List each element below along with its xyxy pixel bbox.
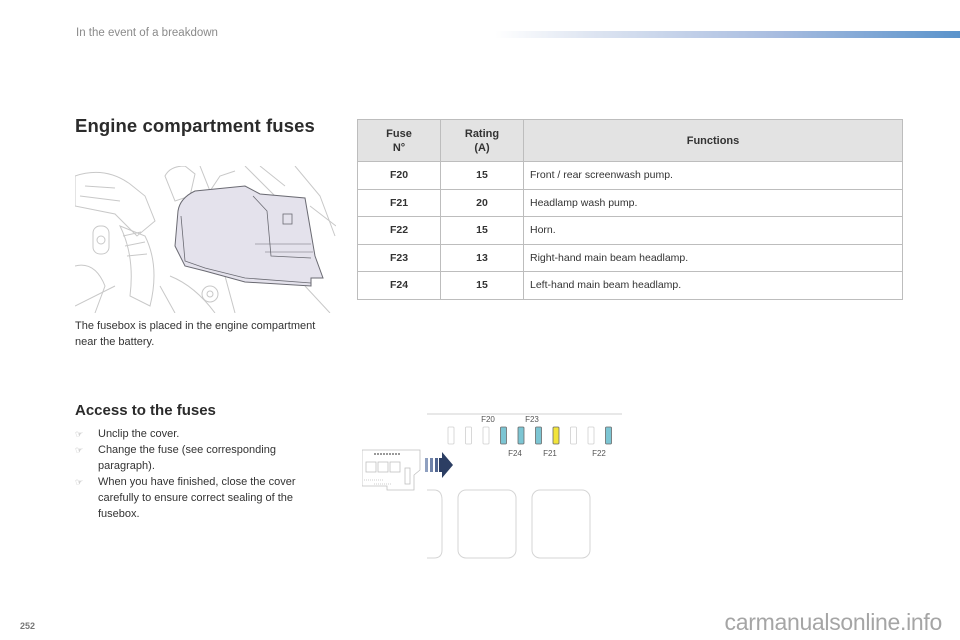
- fuse-number-cell: F22: [357, 216, 441, 245]
- header-gradient-bar: [495, 31, 960, 38]
- step-item: ☞ Change the fuse (see corresponding par…: [75, 442, 335, 474]
- table-row: F20 15 Front / rear screenwash pump.: [357, 161, 903, 190]
- fuse-label-f20: F20: [481, 415, 495, 424]
- step-text: When you have finished, close the cover …: [98, 476, 296, 520]
- engine-compartment-illustration: [75, 166, 336, 313]
- pointing-hand-icon: ☞: [75, 445, 84, 455]
- function-cell: Left-hand main beam headlamp.: [523, 271, 903, 300]
- table-row: F24 15 Left-hand main beam headlamp.: [357, 271, 903, 300]
- rating-cell: 20: [440, 188, 524, 217]
- fuse-number-cell: F24: [357, 271, 441, 300]
- table-header-row: Fuse N° Rating (A) Functions: [357, 119, 903, 162]
- access-steps-list: ☞ Unclip the cover. ☞ Change the fuse (s…: [75, 426, 335, 522]
- fuse-slot-empty: [570, 426, 577, 445]
- table-row: F23 13 Right-hand main beam headlamp.: [357, 243, 903, 272]
- function-cell: Right-hand main beam headlamp.: [523, 243, 903, 272]
- arrow-icon: [425, 452, 453, 478]
- fuse-slot-f22: [605, 426, 612, 445]
- function-cell: Headlamp wash pump.: [523, 188, 903, 217]
- function-cell: Horn.: [523, 216, 903, 245]
- illustration-caption: The fusebox is placed in the engine comp…: [75, 320, 316, 348]
- fusebox-layout-diagram: F20 F23 F24 F21 F22: [362, 413, 622, 559]
- rating-cell: 15: [440, 216, 524, 245]
- page-title: Engine compartment fuses: [75, 115, 315, 136]
- step-item: ☞ Unclip the cover.: [75, 426, 335, 442]
- access-fuses-title: Access to the fuses: [75, 402, 216, 419]
- fuse-label-f21: F21: [543, 449, 557, 458]
- fuse-slot-empty: [482, 426, 490, 445]
- rating-cell: 15: [440, 161, 524, 190]
- fuse-table: Fuse N° Rating (A) Functions F20 15 Fron…: [357, 119, 903, 300]
- table-row: F22 15 Horn.: [357, 216, 903, 245]
- fuse-slot-empty: [587, 426, 595, 445]
- header-functions: Functions: [523, 119, 903, 162]
- fuse-slot-f21: [552, 426, 560, 445]
- pointing-hand-icon: ☞: [75, 429, 84, 439]
- step-text: Change the fuse (see corresponding parag…: [98, 444, 276, 472]
- section-header: In the event of a breakdown: [76, 27, 218, 39]
- rating-cell: 13: [440, 243, 524, 272]
- fuse-slot-empty: [465, 426, 472, 445]
- fuse-number-cell: F20: [357, 161, 441, 190]
- step-text: Unclip the cover.: [98, 428, 180, 440]
- fuse-label-f22: F22: [592, 449, 606, 458]
- table-row: F21 20 Headlamp wash pump.: [357, 188, 903, 217]
- fuse-slot-empty: [447, 426, 455, 445]
- page-number: 252: [20, 621, 36, 631]
- fuse-label-f24: F24: [508, 449, 522, 458]
- fuse-slot-f23: [535, 426, 542, 445]
- function-cell: Front / rear screenwash pump.: [523, 161, 903, 190]
- fusebox-thumbnail: [362, 449, 421, 491]
- watermark: carmanualsonline.info: [724, 609, 943, 635]
- fuse-slot-f20: [500, 426, 507, 445]
- step-item: ☞ When you have finished, close the cove…: [75, 474, 335, 522]
- fuse-number-cell: F23: [357, 243, 441, 272]
- header-fuse-number: Fuse N°: [357, 119, 441, 162]
- fuse-slot-f24: [517, 426, 525, 445]
- fuse-label-f23: F23: [525, 415, 539, 424]
- header-rating: Rating (A): [440, 119, 524, 162]
- fuse-number-cell: F21: [357, 188, 441, 217]
- rating-cell: 15: [440, 271, 524, 300]
- pointing-hand-icon: ☞: [75, 477, 84, 487]
